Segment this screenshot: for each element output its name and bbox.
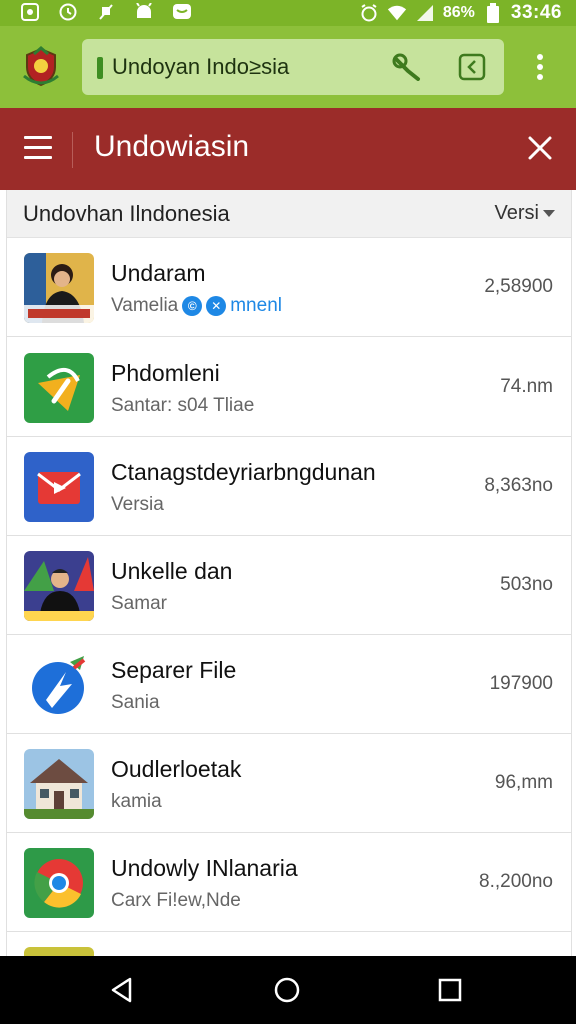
back-icon[interactable] [108,976,136,1004]
person-thumbnail [24,551,94,621]
notification-icon [96,2,116,22]
wifi-icon [387,3,407,23]
item-subtitle: Versia [111,494,164,515]
item-title: Ctanagstdeyriarbngdunan [111,459,376,485]
list-title: Undovhan Ilndonesia [23,201,230,226]
results-panel: Undovhan Ilndonesia Versi Undaram Vameli… [6,190,572,956]
clock-icon [58,2,78,22]
item-value: 503no [500,574,553,595]
list-item[interactable]: Undaram Vamelia © ✕ mnenl 2,58900 [7,238,571,337]
item-title: Unkelle dan [111,558,233,584]
red-mail-icon [24,452,94,522]
item-value: 8,363no [484,475,553,496]
list-item[interactable]: Unkelle dan Samar 503no [7,536,571,635]
item-subtitle: Santar: s04 Tliae [111,395,255,416]
battery-percent: 86% [442,4,475,21]
cross-badge-icon: ✕ [206,296,227,316]
copyright-badge-icon: © [182,296,203,316]
list-header: Undovhan Ilndonesia Versi [7,190,571,238]
sort-label: Versi [494,202,539,224]
system-nav-bar [0,956,576,1024]
chevron-down-icon [543,210,555,217]
item-subtitle: Vamelia © ✕ mnenl [111,295,282,316]
list-item[interactable]: Ctanagstdeyriarbngdunan Versia 8,363no [7,437,571,536]
item-subtitle: Carx Fi!ew,Nde [111,890,241,911]
list-item[interactable]: Undowly INlanaria Carx Fi!ew,Nde 8.,200n… [7,833,571,932]
menu-icon[interactable] [24,136,52,160]
next-item-thumbnail [24,947,94,956]
browser-toolbar: Undoyan Indo≥sia [0,26,576,108]
status-bar: 86% 33:46 [0,0,576,26]
battery-icon [483,3,503,23]
list-item[interactable]: Oudlerloetak kamia 96,mm [7,734,571,833]
item-subtitle: kamia [111,791,162,812]
alarm-icon [359,3,379,23]
message-icon [172,2,192,22]
item-value: 197900 [489,673,553,694]
tool-icon[interactable] [392,53,422,81]
more-vert-icon[interactable] [528,52,552,82]
item-subtitle-tail: mnenl [230,295,282,316]
header-divider [72,132,73,168]
house-thumbnail [24,749,94,819]
app-title: Undowiasin [94,130,250,163]
recents-icon[interactable] [436,976,464,1004]
item-title: Oudlerloetak [111,756,242,782]
item-value: 2,58900 [484,276,553,297]
site-logo-icon[interactable] [20,46,62,88]
android-icon [134,2,154,22]
item-title: Undaram [111,260,206,286]
list-item[interactable] [7,932,571,956]
lock-icon [97,57,103,79]
blue-swirl-icon [24,650,94,720]
item-value: 8.,200no [479,871,553,892]
signal-icon [415,3,435,23]
url-bar[interactable]: Undoyan Indo≥sia [82,39,504,95]
tab-icon[interactable] [458,53,486,81]
app-header: Undowiasin [0,108,576,190]
chrome-like-icon [24,848,94,918]
home-icon[interactable] [273,976,301,1004]
person-thumbnail [24,253,94,323]
item-title: Separer File [111,657,237,683]
clock-time: 33:46 [510,2,562,23]
item-title: Undowly INlanaria [111,855,298,881]
list-item[interactable]: Phdomleni Santar: s04 Tliae 74.nm [7,338,571,437]
list-item[interactable]: Separer File Sania 197900 [7,635,571,734]
image-icon [20,2,40,22]
item-value: 96,mm [494,772,553,793]
green-app-icon [24,353,94,423]
item-title: Phdomleni [111,360,220,386]
item-value: 74.nm [500,376,553,397]
item-subtitle: Samar [111,593,167,614]
sort-dropdown[interactable]: Versi [495,202,555,225]
close-icon[interactable] [522,130,558,166]
url-text[interactable]: Undoyan Indo≥sia [112,54,289,80]
item-subtitle: Sania [111,692,160,713]
